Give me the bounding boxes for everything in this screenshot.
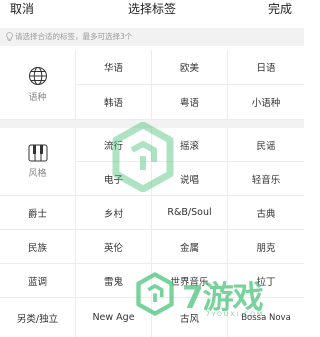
tag-britpop[interactable]: 英伦 — [76, 230, 152, 264]
globe-icon — [28, 67, 47, 85]
hint-bar: 请选择合适的标签，最多可选择3个 — [0, 28, 304, 46]
tag-bossa-nova[interactable]: Bossa Nova — [228, 298, 304, 337]
tag-rnb-soul[interactable]: R&B/Soul — [152, 196, 228, 230]
hint-text: 请选择合适的标签，最多可选择3个 — [15, 32, 133, 41]
tag-ethnic[interactable]: 民族 — [0, 230, 76, 264]
tag-world-music[interactable]: 世界音乐 — [152, 264, 228, 298]
tag-japanese[interactable]: 日语 — [228, 50, 304, 85]
tag-latin[interactable]: 拉丁 — [228, 264, 304, 298]
category-style: 风格 — [0, 128, 76, 196]
piano-icon — [28, 144, 47, 162]
tag-folk[interactable]: 民谣 — [228, 128, 304, 162]
tag-chinese[interactable]: 华语 — [76, 50, 152, 85]
tag-jazz[interactable]: 爵士 — [0, 196, 76, 230]
tag-rap[interactable]: 说唱 — [152, 162, 228, 196]
tag-korean[interactable]: 韩语 — [76, 85, 152, 120]
page-title: 选择标签 — [127, 2, 176, 16]
tag-pop[interactable]: 流行 — [76, 128, 152, 162]
done-button[interactable]: 完成 — [268, 0, 292, 18]
top-nav-bar: 取消 选择标签 完成 — [0, 0, 304, 26]
tag-reggae[interactable]: 雷鬼 — [76, 264, 152, 298]
tag-classical[interactable]: 古典 — [228, 196, 304, 230]
bulb-icon — [6, 32, 13, 41]
tag-electronic[interactable]: 电子 — [76, 162, 152, 196]
category-label-style: 风格 — [28, 169, 47, 179]
tag-metal[interactable]: 金属 — [152, 230, 228, 264]
tag-grid: 语种 华语 欧美 日语 韩语 粤语 小语种 风格 流行 摇滚 民谣 电子 说唱 … — [0, 50, 304, 337]
tag-light-music[interactable]: 轻音乐 — [228, 162, 304, 196]
tag-ancient-style[interactable]: 古风 — [152, 298, 228, 337]
category-language: 语种 — [0, 50, 76, 120]
tag-alternative-indie[interactable]: 另类/独立 — [0, 298, 76, 337]
section-separator — [0, 120, 304, 128]
tag-country[interactable]: 乡村 — [76, 196, 152, 230]
tag-western[interactable]: 欧美 — [152, 50, 228, 85]
tag-cantonese[interactable]: 粤语 — [152, 85, 228, 120]
tag-blues[interactable]: 蓝调 — [0, 264, 76, 298]
tag-rock[interactable]: 摇滚 — [152, 128, 228, 162]
tag-punk[interactable]: 朋克 — [228, 230, 304, 264]
tag-new-age[interactable]: New Age — [76, 298, 152, 337]
category-label-language: 语种 — [28, 93, 47, 103]
tag-minor-language[interactable]: 小语种 — [228, 85, 304, 120]
